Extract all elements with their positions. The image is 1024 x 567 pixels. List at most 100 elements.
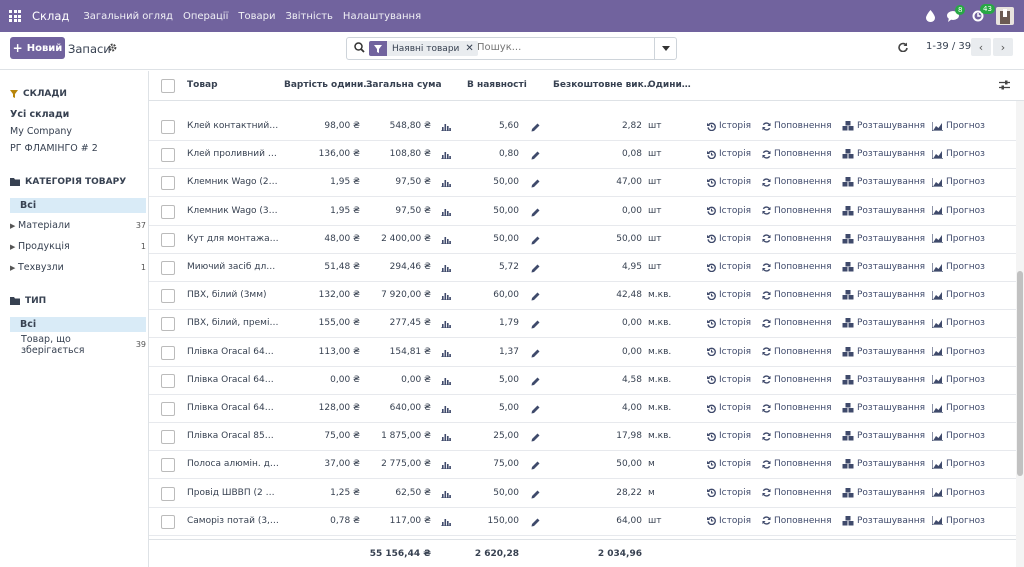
replenish-button[interactable]: Поповнення: [762, 206, 832, 216]
type-storable[interactable]: Товар, що зберігається 39: [10, 334, 146, 356]
history-button[interactable]: Історія: [707, 206, 751, 216]
locations-button[interactable]: Розташування: [842, 121, 925, 131]
forecast-button[interactable]: Прогноз: [932, 459, 985, 469]
locations-button[interactable]: Розташування: [842, 205, 925, 216]
on-hand-qty[interactable]: 50,00: [449, 177, 519, 187]
table-row[interactable]: Клемник Wago (3 … 1,95 ₴ 97,50 ₴ 50,00 0,00 ш…: [149, 198, 1017, 226]
search-input[interactable]: [477, 42, 647, 53]
row-checkbox[interactable]: [161, 176, 175, 191]
row-checkbox[interactable]: [161, 514, 175, 529]
app-brand[interactable]: Склад: [32, 9, 69, 23]
pencil-icon[interactable]: [531, 433, 540, 445]
warehouse-my-company[interactable]: My Company: [10, 126, 72, 137]
table-row[interactable]: Плівка Oracal 8500… 75,00 ₴ 1 875,00 ₴ 25,0…: [149, 423, 1017, 452]
search-icon[interactable]: [354, 42, 365, 56]
history-button[interactable]: Історія: [707, 347, 751, 357]
apps-menu-icon[interactable]: [9, 10, 21, 22]
replenish-button[interactable]: Поповнення: [762, 516, 832, 526]
history-button[interactable]: Історія: [707, 290, 751, 300]
pencil-icon[interactable]: [531, 123, 540, 135]
history-button[interactable]: Історія: [707, 403, 751, 413]
messages-icon[interactable]: 8: [947, 4, 966, 22]
product-name[interactable]: Плівка Oracal 8500…: [187, 431, 279, 441]
table-row[interactable]: Плівка Oracal 641 … 113,00 ₴ 154,81 ₴ 1,37 0…: [149, 339, 1017, 367]
on-hand-qty[interactable]: 50,00: [449, 488, 519, 498]
category-all[interactable]: Всі: [10, 198, 146, 213]
table-row[interactable]: ПВХ, білий (3мм) 132,00 ₴ 7 920,00 ₴ 60,00 4…: [149, 282, 1017, 311]
row-checkbox[interactable]: [161, 345, 175, 360]
forecast-button[interactable]: Прогноз: [932, 290, 985, 300]
locations-button[interactable]: Розташування: [842, 290, 925, 300]
caret-right-icon[interactable]: ▶: [10, 222, 18, 230]
locations-button[interactable]: Розташування: [842, 177, 925, 187]
table-row[interactable]: Миючий засіб для… 51,48 ₴ 294,46 ₴ 5,72 4,95…: [149, 254, 1017, 282]
row-checkbox[interactable]: [161, 430, 175, 445]
forecast-button[interactable]: Прогноз: [932, 234, 985, 244]
pencil-icon[interactable]: [531, 292, 540, 304]
table-row[interactable]: Клей контактний … 98,00 ₴ 548,80 ₴ 5,60 2,82…: [149, 113, 1017, 141]
pager-next-button[interactable]: ›: [993, 38, 1013, 56]
replenish-button[interactable]: Поповнення: [762, 177, 832, 187]
product-name[interactable]: Миючий засіб для…: [187, 262, 279, 272]
pencil-icon[interactable]: [531, 208, 540, 220]
warehouse-all[interactable]: Усі склади: [10, 109, 69, 120]
product-name[interactable]: Плівка Oracal 641 …: [187, 347, 279, 357]
forecast-button[interactable]: Прогноз: [932, 206, 985, 216]
menu-overview[interactable]: Загальний огляд: [83, 11, 173, 22]
locations-button[interactable]: Розташування: [842, 233, 925, 244]
refresh-icon[interactable]: [898, 42, 908, 55]
locations-button[interactable]: Розташування: [842, 374, 925, 385]
category-production[interactable]: ▶ Продукція 1: [10, 239, 146, 254]
caret-right-icon[interactable]: ▶: [10, 243, 18, 251]
header-total[interactable]: Загальна сума: [366, 80, 442, 90]
pencil-icon[interactable]: [531, 405, 540, 417]
drop-icon[interactable]: [926, 10, 935, 22]
history-button[interactable]: Історія: [707, 234, 751, 244]
row-checkbox[interactable]: [161, 120, 175, 134]
on-hand-qty[interactable]: 0,80: [449, 149, 519, 159]
product-name[interactable]: Клемник Wago (3 …: [187, 206, 279, 216]
table-row[interactable]: ПВХ, білий, преміу… 155,00 ₴ 277,45 ₴ 1,79 0…: [149, 310, 1017, 339]
table-row[interactable]: Провід ШВВП (2 х … 1,25 ₴ 62,50 ₴ 50,00 28,2…: [149, 480, 1017, 508]
replenish-button[interactable]: Поповнення: [762, 459, 832, 469]
on-hand-qty[interactable]: 5,60: [449, 121, 519, 131]
product-name[interactable]: Плівка Oracal 641 …: [187, 375, 279, 385]
pager-previous-button[interactable]: ‹: [971, 38, 991, 56]
replenish-button[interactable]: Поповнення: [762, 347, 832, 357]
replenish-button[interactable]: Поповнення: [762, 290, 832, 300]
locations-button[interactable]: Розташування: [842, 459, 925, 469]
pencil-icon[interactable]: [531, 461, 540, 473]
table-row[interactable]: Кут для монтажа 6… 48,00 ₴ 2 400,00 ₴ 50,00…: [149, 226, 1017, 254]
list-scrollbar[interactable]: [1016, 71, 1024, 567]
on-hand-qty[interactable]: 1,37: [449, 347, 519, 357]
on-hand-qty[interactable]: 1,79: [449, 318, 519, 328]
row-checkbox[interactable]: [161, 261, 175, 275]
select-all-checkbox[interactable]: [161, 79, 175, 93]
history-button[interactable]: Історія: [707, 488, 751, 498]
gear-icon[interactable]: [108, 43, 117, 55]
replenish-button[interactable]: Поповнення: [762, 149, 832, 159]
header-on-hand[interactable]: В наявності: [467, 80, 527, 90]
warehouse-flamingo[interactable]: РГ ФЛАМІНГО # 2: [10, 143, 98, 154]
pencil-icon[interactable]: [531, 236, 540, 248]
activity-icon[interactable]: 43: [972, 4, 995, 22]
pencil-icon[interactable]: [531, 320, 540, 332]
replenish-button[interactable]: Поповнення: [762, 431, 832, 441]
category-materials[interactable]: ▶ Матеріали 37: [10, 218, 146, 233]
history-button[interactable]: Історія: [707, 431, 751, 441]
pencil-icon[interactable]: [531, 377, 540, 389]
product-name[interactable]: Провід ШВВП (2 х …: [187, 488, 279, 498]
row-checkbox[interactable]: [161, 458, 175, 473]
on-hand-qty[interactable]: 50,00: [449, 206, 519, 216]
on-hand-qty[interactable]: 5,72: [449, 262, 519, 272]
history-button[interactable]: Історія: [707, 375, 751, 385]
menu-products[interactable]: Товари: [238, 11, 275, 22]
header-unit-cost[interactable]: Вартість одини…: [284, 80, 372, 90]
forecast-button[interactable]: Прогноз: [932, 431, 985, 441]
pencil-icon[interactable]: [531, 518, 540, 530]
locations-button[interactable]: Розташування: [842, 262, 925, 272]
product-name[interactable]: Полоса алюмін. дл…: [187, 459, 279, 469]
forecast-button[interactable]: Прогноз: [932, 121, 985, 131]
header-uom[interactable]: Одини…: [648, 80, 691, 90]
history-button[interactable]: Історія: [707, 121, 751, 131]
